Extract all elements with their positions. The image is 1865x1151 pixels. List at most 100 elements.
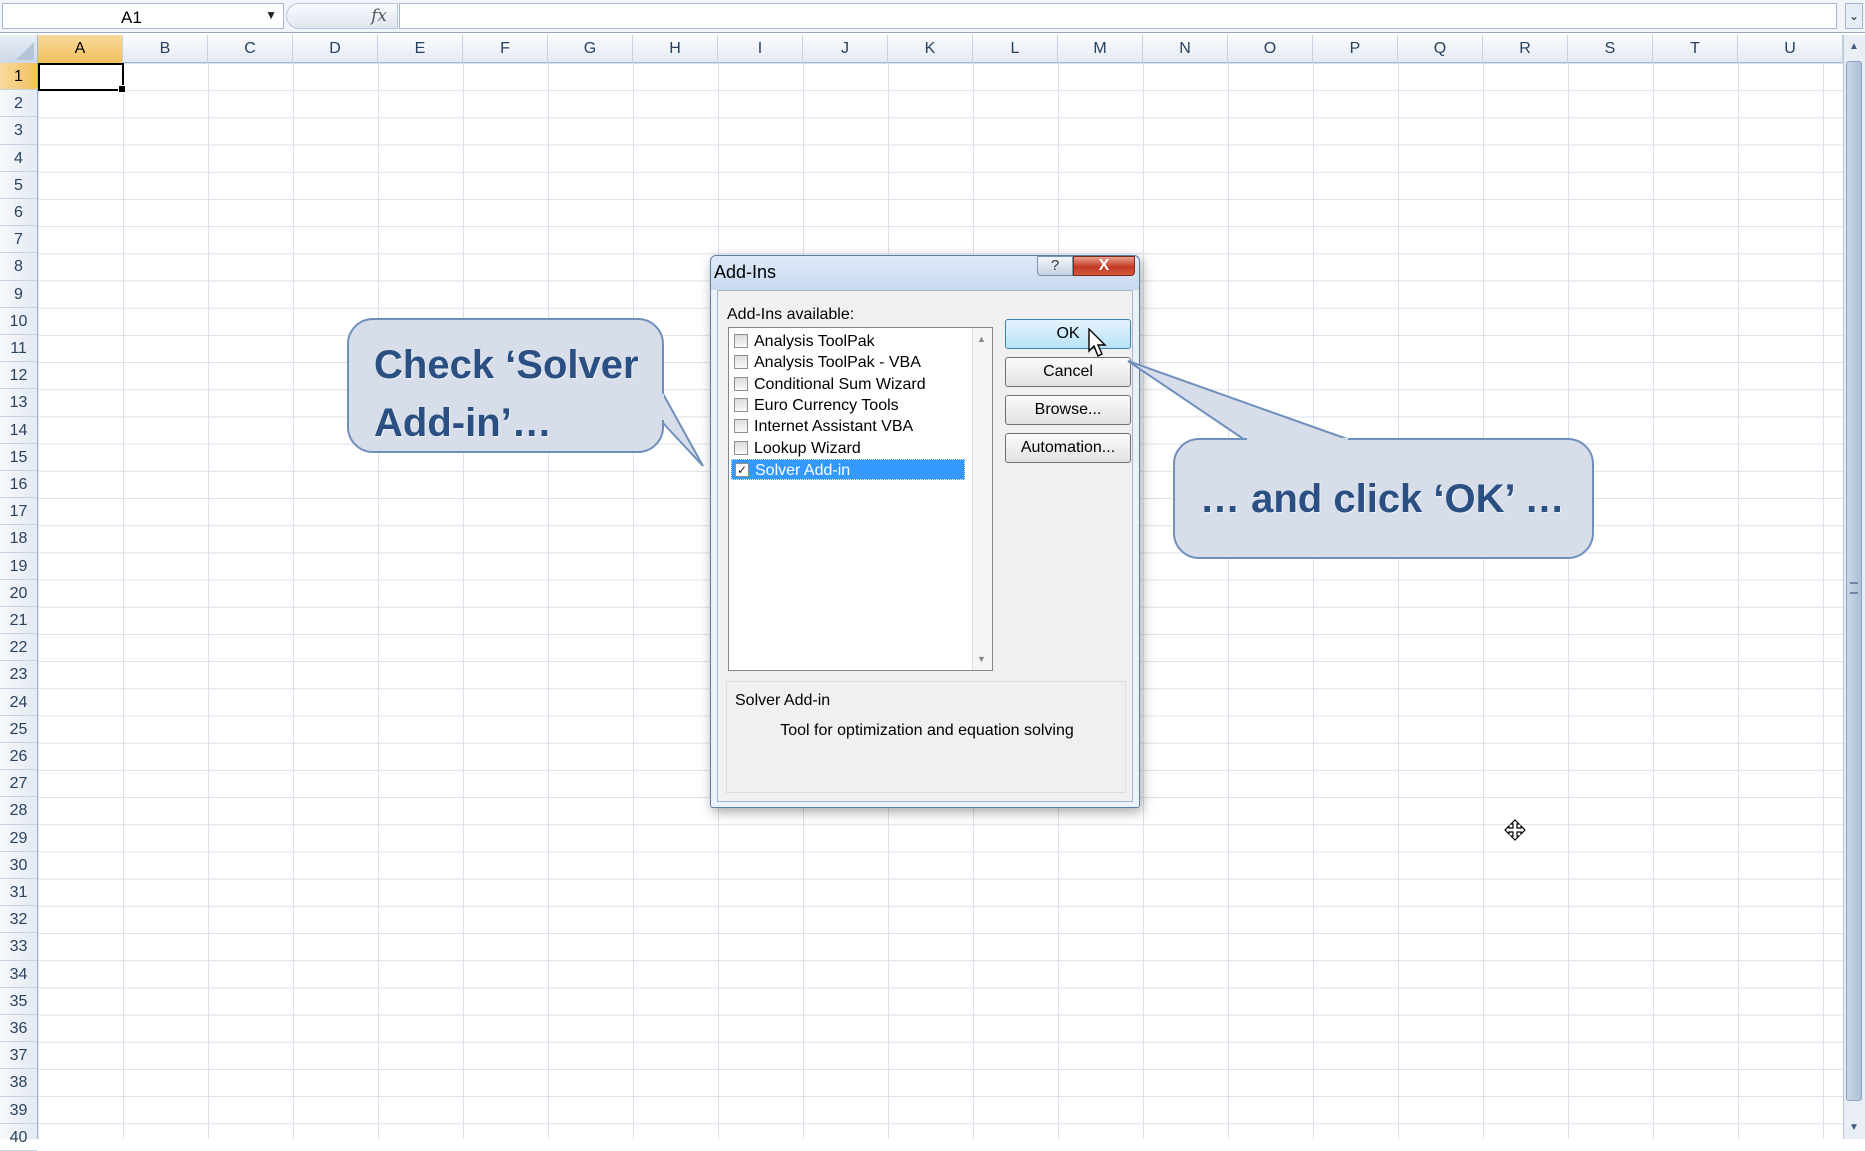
insert-function-icon[interactable]: fx — [371, 6, 387, 26]
scroll-down-icon[interactable]: ▼ — [1845, 1119, 1863, 1137]
ok-button[interactable]: OK — [1005, 319, 1131, 349]
row-header-5[interactable]: 5 — [0, 172, 37, 199]
column-header-g[interactable]: G — [548, 35, 633, 63]
row-header-38[interactable]: 38 — [0, 1069, 37, 1097]
row-header-33[interactable]: 33 — [0, 933, 37, 961]
scroll-up-icon[interactable]: ▲ — [977, 334, 986, 344]
cancel-button[interactable]: Cancel — [1005, 357, 1131, 387]
column-header-e[interactable]: E — [378, 35, 463, 63]
list-item[interactable]: Analysis ToolPak - VBA — [731, 352, 965, 373]
row-header-2[interactable]: 2 — [0, 90, 37, 118]
column-header-r[interactable]: R — [1483, 35, 1568, 63]
row-header-12[interactable]: 12 — [0, 362, 37, 390]
column-header-k[interactable]: K — [888, 35, 973, 63]
formula-input[interactable] — [399, 3, 1837, 29]
name-box[interactable]: A1 ▼ — [2, 3, 284, 29]
column-header-j[interactable]: J — [803, 35, 888, 63]
checkbox[interactable] — [734, 397, 748, 412]
list-item[interactable]: Analysis ToolPak — [731, 331, 965, 352]
row-header-3[interactable]: 3 — [0, 117, 37, 145]
row-header-18[interactable]: 18 — [0, 525, 37, 553]
column-header-f[interactable]: F — [463, 35, 548, 63]
checkbox[interactable] — [734, 440, 748, 455]
row-header-34[interactable]: 34 — [0, 961, 37, 988]
row-header-40[interactable]: 40 — [0, 1124, 37, 1151]
column-header-m[interactable]: M — [1058, 35, 1143, 63]
column-header-s[interactable]: S — [1568, 35, 1653, 63]
column-header-q[interactable]: Q — [1398, 35, 1483, 63]
checkbox[interactable] — [734, 376, 748, 391]
row-header-32[interactable]: 32 — [0, 906, 37, 934]
column-header-p[interactable]: P — [1313, 35, 1398, 63]
column-header-n[interactable]: N — [1143, 35, 1228, 63]
column-header-l[interactable]: L — [973, 35, 1058, 63]
column-header-d[interactable]: D — [293, 35, 378, 63]
row-header-6[interactable]: 6 — [0, 199, 37, 227]
row-header-24[interactable]: 24 — [0, 689, 37, 716]
row-header-9[interactable]: 9 — [0, 281, 37, 308]
column-header-t[interactable]: T — [1653, 35, 1738, 63]
automation-button[interactable]: Automation... — [1005, 433, 1131, 463]
active-cell-a1[interactable] — [38, 63, 126, 93]
scroll-up-icon[interactable]: ▲ — [1845, 38, 1863, 56]
row-header-29[interactable]: 29 — [0, 825, 37, 852]
list-scrollbar[interactable]: ▲ ▼ — [972, 328, 992, 670]
row-header-27[interactable]: 27 — [0, 770, 37, 798]
row-header-26[interactable]: 26 — [0, 743, 37, 771]
scroll-down-icon[interactable]: ▼ — [977, 654, 986, 664]
row-header-14[interactable]: 14 — [0, 417, 37, 444]
row-header-17[interactable]: 17 — [0, 498, 37, 526]
row-header-37[interactable]: 37 — [0, 1042, 37, 1070]
list-item-label: Internet Assistant VBA — [754, 418, 914, 436]
dialog-titlebar[interactable]: Add-Ins ? X — [711, 256, 1139, 290]
row-header-39[interactable]: 39 — [0, 1097, 37, 1124]
help-button[interactable]: ? — [1037, 256, 1073, 276]
list-item[interactable]: Conditional Sum Wizard — [731, 374, 965, 395]
list-item[interactable]: Lookup Wizard — [731, 438, 965, 459]
row-header-11[interactable]: 11 — [0, 335, 37, 363]
column-header-u[interactable]: U — [1738, 35, 1843, 63]
scrollbar-thumb[interactable] — [1846, 61, 1862, 1101]
row-header-25[interactable]: 25 — [0, 716, 37, 743]
row-header-23[interactable]: 23 — [0, 661, 37, 689]
checkbox[interactable] — [734, 355, 748, 370]
row-header-36[interactable]: 36 — [0, 1015, 37, 1043]
checkbox[interactable]: ✓ — [735, 462, 749, 477]
row-header-22[interactable]: 22 — [0, 634, 37, 662]
row-header-7[interactable]: 7 — [0, 226, 37, 254]
row-header-15[interactable]: 15 — [0, 444, 37, 471]
checkbox[interactable] — [734, 334, 748, 348]
row-header-19[interactable]: 19 — [0, 553, 37, 580]
select-all-corner[interactable] — [0, 35, 38, 63]
add-ins-dialog: Add-Ins ? X Add-Ins available: Analysis … — [710, 255, 1140, 808]
list-item[interactable]: Internet Assistant VBA — [731, 416, 965, 437]
row-header-31[interactable]: 31 — [0, 879, 37, 907]
row-header-16[interactable]: 16 — [0, 471, 37, 499]
add-ins-list[interactable]: Analysis ToolPak Analysis ToolPak - VBA Co… — [728, 327, 993, 671]
list-item[interactable]: Euro Currency Tools — [731, 395, 965, 416]
row-header-13[interactable]: 13 — [0, 389, 37, 417]
fill-handle[interactable] — [118, 85, 126, 93]
row-header-4[interactable]: 4 — [0, 145, 37, 172]
column-header-o[interactable]: O — [1228, 35, 1313, 63]
row-header-21[interactable]: 21 — [0, 607, 37, 635]
row-header-1[interactable]: 1 — [0, 63, 37, 91]
row-header-20[interactable]: 20 — [0, 580, 37, 607]
column-header-h[interactable]: H — [633, 35, 718, 63]
row-header-30[interactable]: 30 — [0, 852, 37, 879]
column-header-i[interactable]: I — [718, 35, 803, 63]
checkbox[interactable] — [734, 419, 748, 434]
expand-formula-bar-icon[interactable]: ⌄ — [1845, 3, 1863, 29]
browse-button[interactable]: Browse... — [1005, 395, 1131, 425]
list-item[interactable]: ✓ Solver Add-in — [731, 458, 965, 480]
column-header-a[interactable]: A — [38, 35, 123, 63]
row-header-35[interactable]: 35 — [0, 988, 37, 1015]
chevron-down-icon[interactable]: ▼ — [265, 8, 277, 22]
vertical-scrollbar[interactable]: ▲ ▼ — [1843, 35, 1865, 1139]
column-header-c[interactable]: C — [208, 35, 293, 63]
row-header-10[interactable]: 10 — [0, 308, 37, 335]
row-header-8[interactable]: 8 — [0, 253, 37, 281]
column-header-b[interactable]: B — [123, 35, 208, 63]
row-header-28[interactable]: 28 — [0, 797, 37, 825]
close-button[interactable]: X — [1073, 256, 1135, 276]
